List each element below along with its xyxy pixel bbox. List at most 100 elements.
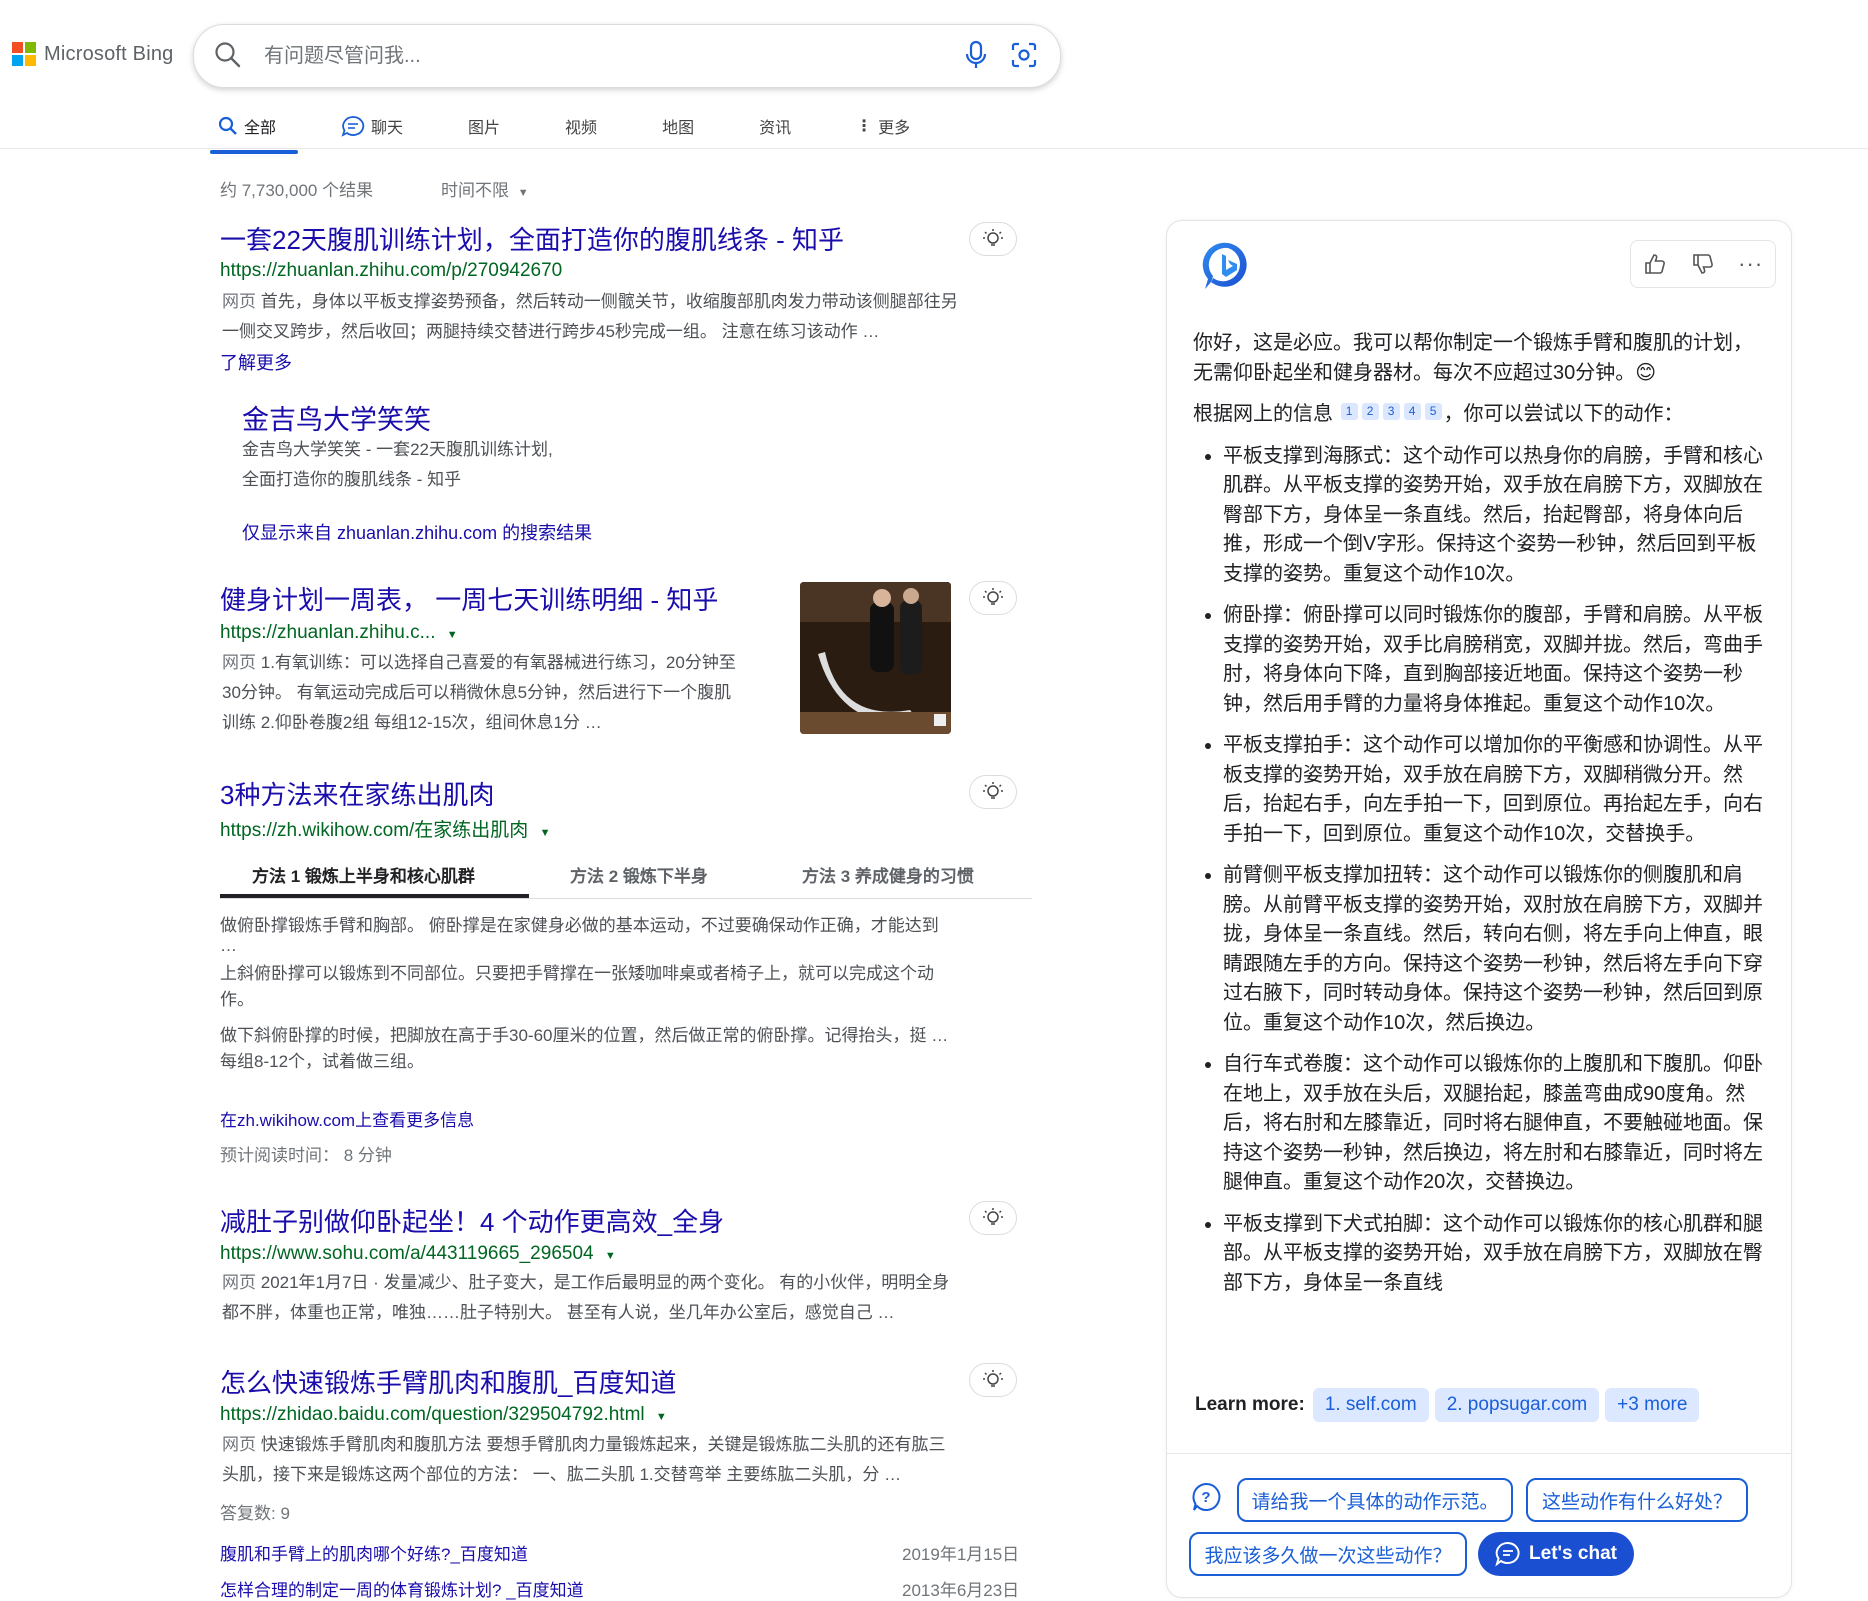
bing-chat-logo-icon [1202,242,1247,289]
result-url[interactable]: https://zhuanlan.zhihu.c... ▼ [220,622,458,644]
fitness-photo-image [800,582,951,734]
learn-more-label: Learn more: [1195,1394,1305,1415]
lets-chat-label: Let's chat [1529,1543,1617,1564]
result-thumbnail[interactable] [800,582,951,734]
result-url[interactable]: https://zhuanlan.zhihu.com/p/270942670 [220,260,562,282]
related-question-link[interactable]: 腹肌和手臂上的肌肉哪个好练?_百度知道 [220,1540,528,1565]
header-divider [0,148,1868,149]
method-tab-3[interactable]: 方法 3 养成健身的习惯 [802,862,974,887]
more-options-icon[interactable]: ··· [1738,251,1763,277]
more-sources-link[interactable]: +3 more [1605,1388,1700,1422]
search-input[interactable] [262,39,906,73]
lets-chat-button[interactable]: Let's chat [1478,1532,1634,1576]
thumbs-up-icon[interactable] [1643,252,1667,276]
method-tabs: 方法 1 锻炼上半身和核心肌群 方法 2 锻炼下半身 方法 3 养成健身的习惯 [220,858,1032,899]
tab-more[interactable]: ⋮ 更多 [846,104,920,148]
time-filter[interactable]: 时间不限 ▼ [441,176,529,201]
search-box[interactable] [193,24,1061,88]
related-date: 2013年6月23日 [902,1581,1020,1600]
result-url[interactable]: https://zhidao.baidu.com/question/329504… [220,1404,667,1426]
tab-news[interactable]: 资讯 [749,104,801,148]
chat-answer-body: 你好，这是必应。我可以帮你制定一个锻炼手臂和腹肌的计划，无需仰卧起坐和健身器材。… [1193,329,1763,1310]
method-line: 做俯卧撑锻炼手臂和胸部。 俯卧撑是在家健身必做的基本运动，不过要确保动作正确，才… [220,916,939,935]
result-count: 约 7,730,000 个结果 [220,181,374,200]
tab-label: 图片 [468,120,501,137]
lightbulb-button[interactable] [969,1201,1017,1235]
snippet-line: 2021年1月7日 · 发量减少、肚子变大，是工作后最明显的两个变化。 有的小伙… [260,1273,950,1292]
chevron-down-icon: ▼ [655,1411,667,1423]
result-title[interactable]: 健身计划一周表， 一周七天训练明细 - 知乎 [220,580,718,617]
lightbulb-button[interactable] [969,1363,1017,1397]
visual-search-icon[interactable] [1010,41,1038,69]
chat-icon [341,116,365,137]
tab-label: 更多 [878,120,911,137]
bing-logo[interactable]: Microsoft Bing [12,42,174,66]
citation-badge[interactable]: 5 [1424,403,1442,420]
microphone-icon[interactable] [964,39,988,71]
suggestion-chip[interactable]: 请给我一个具体的动作示范。 [1237,1478,1513,1522]
lightbulb-button[interactable] [969,222,1017,256]
result-snippet: 网页 1.有氧训练：可以选择自己喜爱的有氧器械进行练习，20分钟至 30分钟。 … [222,648,792,738]
method-tab-2[interactable]: 方法 2 锻炼下半身 [570,862,708,887]
result-url-text: https://www.sohu.com/a/443119665_296504 [220,1243,594,1264]
answer-count: 答复数: 9 [220,1504,290,1523]
tab-videos[interactable]: 视频 [555,104,607,148]
lightbulb-button[interactable] [969,775,1017,809]
snippet-line: 都不胖，体重也正常，唯独……肚子特别大。 甚至有人说，坐几年办公室后，感觉自己 … [222,1303,895,1322]
citation-badge[interactable]: 2 [1361,403,1379,420]
result-url[interactable]: https://zh.wikihow.com/在家练出肌肉 ▼ [220,815,550,842]
citation-badge[interactable]: 3 [1382,403,1400,420]
method-tab-1[interactable]: 方法 1 锻炼上半身和核心肌群 [252,862,475,887]
exercise-item: 平板支撑到海豚式：这个动作可以热身你的肩膀，手臂和核心肌群。从平板支撑的姿势开始… [1223,442,1763,590]
related-question-link[interactable]: 怎样合理的制定一周的体育锻炼计划? _百度知道 [220,1576,584,1601]
snippet-line: 头肌，接下来是锻炼这两个部位的方法： 一、肱二头肌 1.交替弯举 主要练肱二头肌… [222,1465,902,1484]
citation-badge[interactable]: 1 [1340,403,1358,420]
site-only-link[interactable]: 仅显示来自 zhuanlan.zhihu.com 的搜索结果 [242,519,592,545]
smile-emoji-icon: 😊 [1635,361,1657,384]
exercise-item: 平板支撑拍手：这个动作可以增加你的平衡感和协调性。从平板支撑的姿势开始，双手放在… [1223,731,1763,849]
tab-images[interactable]: 图片 [458,104,510,148]
chevron-down-icon: ▼ [517,187,529,199]
suggestion-chip[interactable]: 我应该多久做一次这些动作？ [1189,1532,1467,1576]
chevron-down-icon: ▼ [604,1250,616,1262]
svg-text:?: ? [1201,1489,1210,1506]
snippet-line: 金吉鸟大学笑笑 - 一套22天腹肌训练计划, [242,440,553,459]
tab-chat[interactable]: 聊天 [331,104,413,148]
type-label: 网页 [222,653,256,672]
method-line: 每组8-12个，试着做三组。 [220,1052,425,1071]
method-content: 做俯卧撑锻炼手臂和胸部。 俯卧撑是在家健身必做的基本运动，不过要确保动作正确，才… [220,913,1020,1075]
result-title[interactable]: 怎么快速锻炼手臂肌肉和腹肌_百度知道 [220,1363,676,1400]
thumbs-down-icon[interactable] [1691,252,1715,276]
result-snippet: 网页 快速锻炼手臂肌肉和腹肌方法 要想手臂肌肉力量锻炼起来，关键是锻炼肱二头肌的… [222,1430,1042,1490]
source-link[interactable]: 1. self.com [1312,1388,1429,1422]
more-dots-icon: ⋮ [856,118,873,135]
result-snippet: 网页 2021年1月7日 · 发量减少、肚子变大，是工作后最明显的两个变化。 有… [222,1268,1042,1328]
tab-label: 资讯 [759,120,792,137]
search-icon [218,116,237,135]
feedback-toolbar: ··· [1630,240,1776,288]
suggestion-chip[interactable]: 这些动作有什么好处？ [1526,1478,1748,1522]
lightbulb-button[interactable] [969,581,1017,615]
snippet-line: 30分钟。 有氧运动完成后可以稍微休息5分钟，然后进行下一个腹肌 [222,683,732,702]
chat-bubble-icon [1495,1541,1520,1567]
type-label: 网页 [222,1273,256,1292]
result-title[interactable]: 一套22天腹肌训练计划，全面打造你的腹肌线条 - 知乎 [220,220,844,257]
source-link[interactable]: 2. popsugar.com [1434,1388,1600,1422]
lightbulb-icon [983,588,1003,605]
tab-all[interactable]: 全部 [208,104,299,154]
learn-more-link[interactable]: 了解更多 [220,349,292,375]
result-title[interactable]: 3种方法来在家练出肌肉 [220,775,494,812]
citation-badge[interactable]: 4 [1403,403,1421,420]
sub-result-snippet: 金吉鸟大学笑笑 - 一套22天腹肌训练计划, 全面打造你的腹肌线条 - 知乎 [242,435,553,495]
result-url[interactable]: https://www.sohu.com/a/443119665_296504 … [220,1243,616,1265]
result-url-text: https://zhuanlan.zhihu.c... [220,622,436,643]
tab-maps[interactable]: 地图 [652,104,704,148]
question-icon: ? [1192,1482,1221,1511]
result-title[interactable]: 减肚子别做仰卧起坐！4 个动作更高效_全身 [220,1202,724,1239]
wikihow-more-link[interactable]: 在zh.wikihow.com上查看更多信息 [220,1106,474,1131]
result-url-text: https://zh.wikihow.com/在家练出肌肉 [220,820,529,841]
sub-result-title[interactable]: 金吉鸟大学笑笑 [242,398,431,437]
snippet-line: 1.有氧训练：可以选择自己喜爱的有氧器械进行练习，20分钟至 [260,653,736,672]
chevron-down-icon: ▼ [539,827,551,839]
snippet-line: 一侧交叉跨步，然后收回；两腿持续交替进行跨步45秒完成一组。 注意在练习该动作 … [222,322,880,341]
